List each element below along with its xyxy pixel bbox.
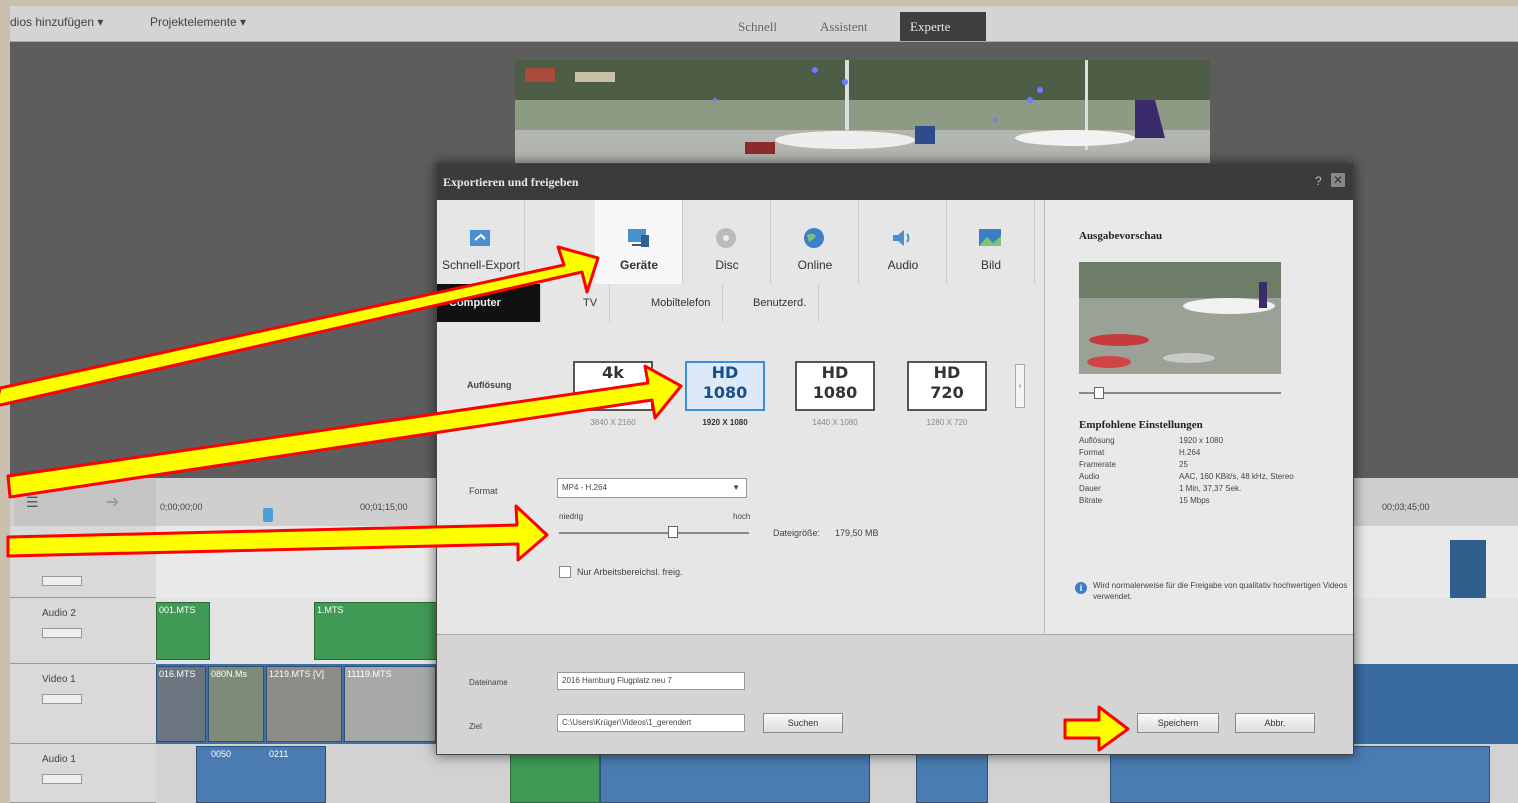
video-clip[interactable]: 1219.MTS [V] — [266, 666, 342, 742]
quality-high-label: hoch — [733, 512, 751, 521]
resolution-4k-button[interactable]: 4k — [573, 361, 653, 411]
category-tab-quick-export[interactable]: Schnell-Export — [437, 200, 525, 284]
category-tab-audio[interactable]: Audio — [859, 200, 947, 284]
export-footer — [437, 634, 1353, 754]
track-header-audio2: Audio 2 — [10, 598, 156, 664]
video-clip[interactable]: 016.MTS — [156, 666, 206, 742]
subtab-custom[interactable]: Benutzerd. — [741, 284, 820, 322]
subtab-computer[interactable]: Computer — [437, 284, 541, 322]
track-controls[interactable] — [42, 774, 82, 784]
list-icon[interactable]: ☰ — [26, 494, 39, 511]
workarea-checkbox[interactable] — [559, 566, 571, 578]
timeline-toolbar: ☰ ➔ — [14, 478, 156, 526]
quality-slider-thumb[interactable] — [668, 526, 678, 538]
close-icon[interactable]: ✕ — [1331, 173, 1345, 187]
devices-icon — [628, 229, 649, 247]
track-controls[interactable] — [42, 694, 82, 704]
resolution-dims: 1280 X 720 — [926, 418, 968, 427]
recommended-title: Empfohlene Einstellungen — [1079, 419, 1203, 431]
forward-arrow-icon[interactable]: ➔ — [106, 492, 119, 512]
resolution-label: Auflösung — [467, 380, 512, 390]
category-tab-image[interactable]: Bild — [947, 200, 1035, 284]
destination-input[interactable]: C:\Users\Krüger\Videos\1_gerendert — [557, 714, 745, 732]
track-header-video2 — [10, 526, 156, 598]
audio-clip[interactable]: 001.MTS — [156, 602, 210, 660]
chevron-down-icon: ▼ — [732, 483, 740, 492]
filesize-value: 179,50 MB — [835, 528, 879, 538]
timecode-end: 00;03;45;00 — [1382, 502, 1430, 512]
mode-tab-expert[interactable]: Experte — [900, 12, 986, 41]
disc-icon — [716, 228, 736, 248]
preview-title: Ausgabevorschau — [1079, 230, 1163, 242]
resolution-hd1080-button[interactable]: HD 1080 — [685, 361, 765, 411]
audio-clip[interactable]: 1.MTS — [314, 602, 440, 660]
format-label: Format — [469, 486, 498, 496]
speaker-icon — [893, 230, 910, 246]
globe-icon — [804, 228, 824, 248]
track-name-audio2: Audio 2 — [42, 608, 76, 619]
category-tab-devices[interactable]: Geräte — [595, 200, 683, 284]
quality-slider-track[interactable] — [559, 532, 749, 534]
quality-low-label: niedrig — [559, 512, 584, 521]
info-icon: i — [1075, 582, 1087, 594]
track-header-video1: Video 1 — [10, 664, 156, 744]
track-name-video1: Video 1 — [42, 674, 76, 685]
resolution-dims: 1440 X 1080 — [812, 418, 858, 427]
browse-button[interactable]: Suchen — [763, 713, 843, 733]
menubar: dios hinzufügen ▾ Projektelemente ▾ Schn… — [10, 6, 1518, 42]
resolution-hd720-button[interactable]: HD 720 — [907, 361, 987, 411]
video-clip[interactable]: 080N.Ms — [208, 666, 264, 742]
share-icon — [470, 230, 490, 246]
track-controls[interactable] — [42, 576, 82, 586]
filesize-label: Dateigröße: — [773, 528, 821, 538]
filename-input[interactable]: 2016 Hamburg Flugplatz neu 7 — [557, 672, 745, 690]
resolution-hd1080-1440-button[interactable]: HD 1080 — [795, 361, 875, 411]
help-icon[interactable]: ? — [1315, 174, 1322, 188]
video-clip[interactable]: 11119.MTS — [344, 666, 436, 742]
resolution-dims: 1920 X 1080 — [702, 418, 748, 427]
menu-project-assets[interactable]: Projektelemente ▾ — [150, 15, 246, 29]
image-icon — [979, 229, 1001, 246]
destination-label: Ziel — [469, 722, 482, 731]
subtab-mobile[interactable]: Mobiltelefon — [639, 284, 724, 322]
cancel-button[interactable]: Abbr. — [1235, 713, 1315, 733]
video-clip[interactable] — [1350, 664, 1518, 744]
track-controls[interactable] — [42, 628, 82, 638]
menu-add-media[interactable]: dios hinzufügen ▾ — [10, 15, 103, 29]
info-text: Wird normalerweise für die Freigabe von … — [1093, 581, 1348, 601]
chevron-right-icon[interactable]: › — [1015, 364, 1025, 408]
track-name-audio1: Audio 1 — [42, 754, 76, 765]
dialog-title: Exportieren und freigeben — [437, 164, 1353, 200]
playhead-handle[interactable] — [263, 508, 273, 522]
save-button[interactable]: Speichern — [1137, 713, 1219, 733]
mode-tab-quick[interactable]: Schnell — [728, 12, 787, 41]
recommended-settings-list: Auflösung 1920 x 1080 Format H.264 Framera… — [1079, 436, 1294, 505]
filename-label: Dateiname — [469, 678, 508, 687]
category-tab-online[interactable]: Online — [771, 200, 859, 284]
subtab-tv[interactable]: TV — [571, 284, 611, 322]
preview-slider-track[interactable] — [1079, 392, 1281, 394]
timecode-mid: 00;01;15;00 — [360, 502, 408, 512]
track-header-audio1: Audio 1 — [10, 744, 156, 803]
workarea-label: Nur Arbeitsbereichsl. freig. — [577, 567, 683, 577]
video-preview — [515, 60, 1210, 168]
airport-scene-image — [515, 60, 1210, 168]
resolution-dims: 3840 X 2160 — [590, 418, 636, 427]
title-clip[interactable] — [1450, 540, 1486, 598]
category-tab-disc[interactable]: Disc — [683, 200, 771, 284]
audio-clip[interactable]: 0050 0211 — [196, 746, 326, 803]
mode-tab-guided[interactable]: Assistent — [810, 12, 878, 41]
export-dialog: Exportieren und freigeben ? ✕ Schnell-Ex… — [436, 163, 1354, 755]
timecode-start: 0;00;00;00 — [160, 502, 203, 512]
output-preview-image — [1079, 262, 1281, 374]
preview-slider-thumb[interactable] — [1094, 387, 1105, 399]
format-select[interactable]: MP4 - H.264 ▼ — [557, 478, 747, 498]
